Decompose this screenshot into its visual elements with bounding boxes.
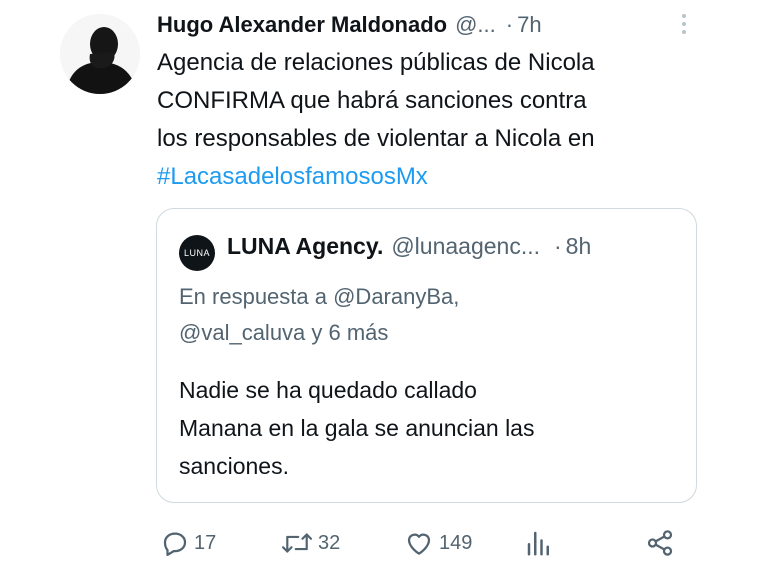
reply-context-line: En respuesta a @DaranyBa, [179,284,460,309]
quote-author-handle[interactable]: @lunaagenc... [391,233,540,260]
share-icon [645,528,675,558]
quoted-tweet[interactable]: LUNA LUNA Agency. @lunaagenc... · 8h En … [156,208,697,503]
hashtag-link[interactable]: #LacasadelosfamososMx [157,158,737,196]
quote-avatar[interactable]: LUNA [179,235,215,271]
quote-separator: · [554,233,562,259]
like-button[interactable]: 149 [403,522,472,564]
reply-count: 17 [194,531,217,554]
author-name[interactable]: Hugo Alexander Maldonado [157,12,447,38]
retweet-icon [280,528,314,558]
author-handle[interactable]: @... [455,12,496,38]
quote-text-line: Manana en la gala se anuncian las [179,415,535,441]
more-icon[interactable] [672,10,696,40]
reply-icon [160,528,190,558]
avatar-silhouette [60,14,140,94]
tweet-text-line: CONFIRMA que habrá sanciones contra [157,87,587,114]
tweet-header: Hugo Alexander Maldonado @... · 7h [157,8,747,42]
quote-text-line: sanciones. [179,453,289,479]
quote-author-name[interactable]: LUNA Agency. [227,233,383,260]
author-avatar[interactable] [60,14,140,94]
quote-text: Nadie se ha quedado callado Manana en la… [179,371,534,485]
like-icon [403,528,435,558]
action-bar: 17 32 149 [0,522,757,564]
views-button[interactable] [524,522,554,564]
header-separator: · [505,12,514,37]
views-icon [524,528,554,558]
tweet-text-line: Agencia de relaciones públicas de Nicola [157,49,595,76]
share-button[interactable] [645,522,675,564]
tweet-text: Agencia de relaciones públicas de Nicola… [157,44,737,196]
reply-context-line: @val_caluva y 6 más [179,320,389,345]
tweet-text-line: los responsables de violentar a Nicola e… [157,125,595,152]
reply-button[interactable]: 17 [160,522,216,564]
quote-avatar-text: LUNA [183,248,210,258]
quote-header: LUNA Agency. @lunaagenc... · 8h [227,233,591,260]
like-count: 149 [439,531,473,554]
quote-time[interactable]: 8h [566,233,592,260]
quote-text-line: Nadie se ha quedado callado [179,377,477,403]
retweet-count: 32 [318,531,341,554]
reply-context: En respuesta a @DaranyBa, @val_caluva y … [179,279,459,351]
retweet-button[interactable]: 32 [280,522,340,564]
tweet-time[interactable]: 7h [517,12,541,38]
